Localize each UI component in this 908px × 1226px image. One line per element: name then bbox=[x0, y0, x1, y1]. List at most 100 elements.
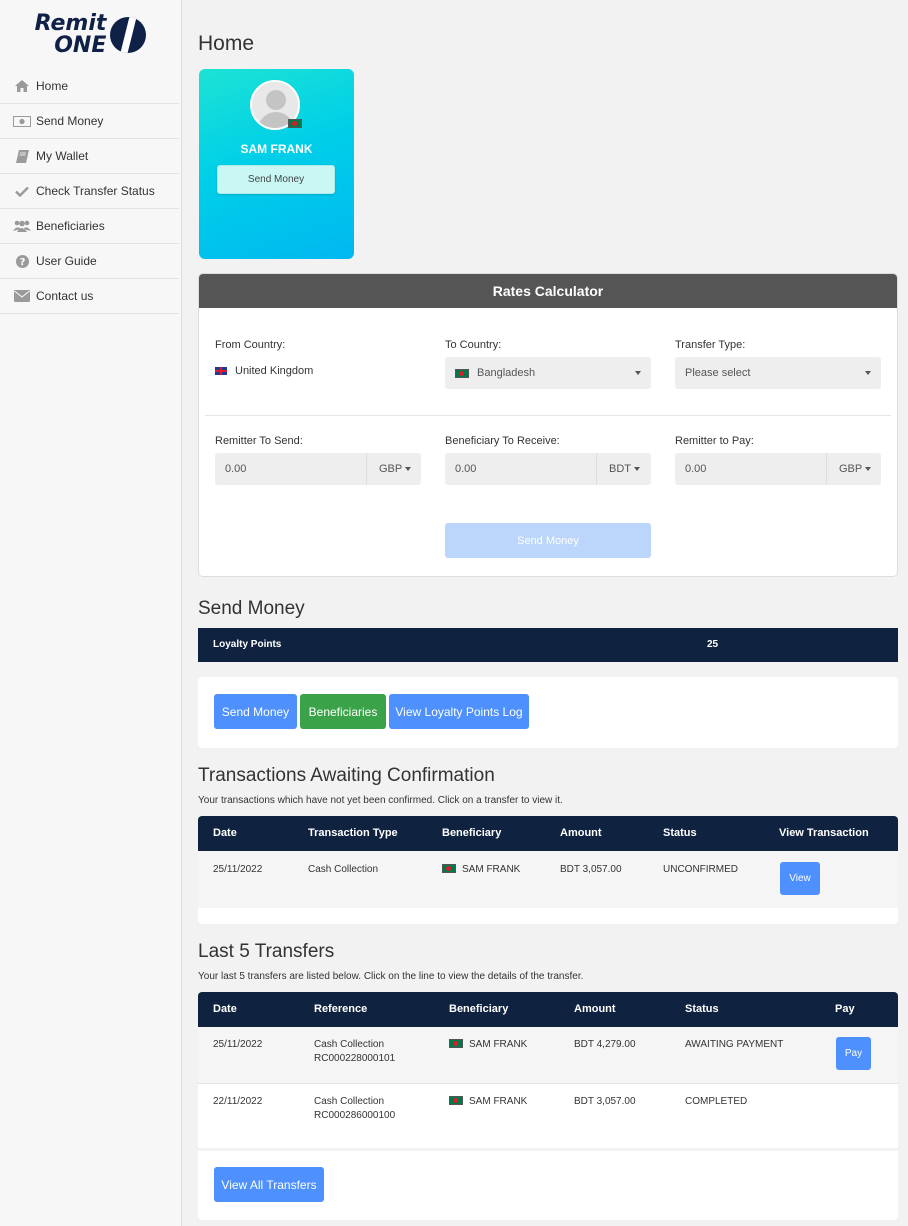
divider bbox=[205, 415, 891, 416]
cell-reference-type: Cash Collection bbox=[314, 1039, 385, 1050]
view-all-transfers-button[interactable]: View All Transfers bbox=[214, 1167, 324, 1202]
users-icon bbox=[13, 220, 31, 232]
view-all-row: View All Transfers bbox=[198, 1148, 898, 1220]
bangladesh-flag-icon bbox=[449, 1096, 463, 1105]
calculator-send-money-button[interactable]: Send Money bbox=[445, 523, 651, 558]
profile-name: SAM FRANK bbox=[240, 142, 313, 156]
uk-flag-icon bbox=[215, 367, 227, 375]
transfer-type-select[interactable]: Please select bbox=[675, 357, 881, 389]
table-row[interactable]: 25/11/2022 Cash Collection SAM FRANK BDT… bbox=[198, 851, 898, 908]
sidebar-item-my-wallet[interactable]: My Wallet bbox=[0, 139, 179, 174]
sidebar-item-check-transfer-status[interactable]: Check Transfer Status bbox=[0, 174, 179, 209]
home-icon bbox=[13, 80, 31, 92]
column-header: Reference bbox=[314, 1003, 368, 1015]
table-header: Date Transaction Type Beneficiary Amount… bbox=[198, 816, 898, 851]
table-row[interactable]: 22/11/2022 Cash Collection RC00028600010… bbox=[198, 1084, 898, 1148]
caret-down-icon bbox=[405, 467, 412, 471]
cell-reference-number: RC000286000100 bbox=[314, 1110, 396, 1121]
sidebar-item-label: My Wallet bbox=[36, 149, 89, 163]
sidebar-item-label: Home bbox=[36, 79, 69, 93]
sidebar: Remit ONE Home Send Money My Wallet Chec… bbox=[0, 0, 182, 1226]
loyalty-points-value: 25 bbox=[707, 639, 719, 650]
beneficiary-receive-label: Beneficiary To Receive: bbox=[445, 435, 560, 447]
cell-status: COMPLETED bbox=[685, 1096, 748, 1107]
envelope-icon bbox=[13, 290, 31, 302]
profile-card: SAM FRANK Send Money bbox=[199, 69, 354, 259]
sidebar-item-user-guide[interactable]: ? User Guide bbox=[0, 244, 179, 279]
caret-down-icon bbox=[635, 371, 641, 375]
receive-currency-value: BDT bbox=[609, 463, 631, 475]
from-country-text: United Kingdom bbox=[235, 365, 314, 377]
cell-amount: BDT 3,057.00 bbox=[574, 1096, 636, 1107]
profile-send-money-button[interactable]: Send Money bbox=[217, 165, 335, 194]
remitone-logo[interactable]: Remit ONE bbox=[0, 0, 181, 66]
to-country-value: Bangladesh bbox=[477, 367, 536, 379]
cell-date: 22/11/2022 bbox=[213, 1096, 263, 1107]
remitter-pay-input[interactable]: 0.00 bbox=[675, 453, 827, 485]
transfer-type-label: Transfer Type: bbox=[675, 339, 746, 351]
column-header: Beneficiary bbox=[449, 1003, 509, 1015]
view-loyalty-log-button[interactable]: View Loyalty Points Log bbox=[389, 694, 529, 729]
logo-text: Remit ONE bbox=[35, 13, 107, 57]
logo-line-1: Remit bbox=[34, 11, 107, 36]
column-header: Amount bbox=[574, 1003, 616, 1015]
beneficiary-name: SAM FRANK bbox=[462, 864, 521, 875]
view-transaction-button[interactable]: View bbox=[780, 862, 820, 895]
bangladesh-flag-icon bbox=[449, 1039, 463, 1048]
beneficiary-receive-input[interactable]: 0.00 bbox=[445, 453, 597, 485]
send-money-button[interactable]: Send Money bbox=[214, 694, 297, 729]
rates-calculator: Rates Calculator From Country: United Ki… bbox=[198, 273, 898, 577]
sidebar-item-label: Send Money bbox=[36, 114, 104, 128]
from-country-value: United Kingdom bbox=[215, 365, 313, 377]
column-header: Transaction Type bbox=[308, 827, 398, 839]
money-icon bbox=[13, 115, 31, 127]
caret-down-icon bbox=[865, 467, 872, 471]
beneficiary-name: SAM FRANK bbox=[469, 1039, 528, 1050]
table-header: Date Reference Beneficiary Amount Status… bbox=[198, 992, 898, 1027]
pay-button[interactable]: Pay bbox=[836, 1037, 871, 1070]
question-icon: ? bbox=[13, 254, 31, 268]
logo-mark-icon bbox=[110, 17, 147, 53]
table-row[interactable]: 25/11/2022 Cash Collection RC00022800010… bbox=[198, 1027, 898, 1084]
cell-reference-number: RC000228000101 bbox=[314, 1053, 396, 1064]
rates-calculator-title: Rates Calculator bbox=[199, 274, 897, 308]
send-currency-select[interactable]: GBP bbox=[367, 453, 421, 485]
check-icon bbox=[13, 186, 31, 197]
send-money-title: Send Money bbox=[198, 598, 305, 619]
remitter-send-label: Remitter To Send: bbox=[215, 435, 303, 447]
pay-currency-value: GBP bbox=[839, 463, 863, 475]
last-transfers-subtitle: Your last 5 transfers are listed below. … bbox=[198, 971, 584, 982]
cell-status: AWAITING PAYMENT bbox=[685, 1039, 784, 1050]
column-header: Pay bbox=[835, 1003, 855, 1015]
sidebar-item-label: Beneficiaries bbox=[36, 219, 105, 233]
pay-currency-select[interactable]: GBP bbox=[827, 453, 881, 485]
receive-currency-select[interactable]: BDT bbox=[597, 453, 651, 485]
cell-beneficiary: SAM FRANK bbox=[449, 1095, 527, 1109]
sidebar-item-label: Check Transfer Status bbox=[36, 184, 155, 198]
cell-beneficiary: SAM FRANK bbox=[442, 863, 520, 877]
from-country-label: From Country: bbox=[215, 339, 286, 351]
sidebar-item-send-money[interactable]: Send Money bbox=[0, 104, 179, 139]
sidebar-item-beneficiaries[interactable]: Beneficiaries bbox=[0, 209, 179, 244]
column-header: Status bbox=[685, 1003, 719, 1015]
cell-type: Cash Collection bbox=[308, 864, 379, 875]
beneficiary-name: SAM FRANK bbox=[469, 1096, 528, 1107]
awaiting-title: Transactions Awaiting Confirmation bbox=[198, 765, 495, 786]
caret-down-icon bbox=[634, 467, 640, 471]
beneficiaries-button[interactable]: Beneficiaries bbox=[300, 694, 386, 729]
logo-line-2: ONE bbox=[54, 33, 107, 58]
to-country-label: To Country: bbox=[445, 339, 502, 351]
awaiting-table: Date Transaction Type Beneficiary Amount… bbox=[198, 816, 898, 924]
bangladesh-flag-icon bbox=[455, 368, 469, 378]
loyalty-points-label: Loyalty Points bbox=[213, 639, 282, 650]
sidebar-item-contact-us[interactable]: Contact us bbox=[0, 279, 179, 314]
cell-beneficiary: SAM FRANK bbox=[449, 1038, 527, 1052]
to-country-select[interactable]: Bangladesh bbox=[445, 357, 651, 389]
bangladesh-flag-icon bbox=[288, 119, 302, 128]
column-header: View Transaction bbox=[779, 827, 869, 839]
sidebar-item-home[interactable]: Home bbox=[0, 69, 179, 104]
remitter-send-input[interactable]: 0.00 bbox=[215, 453, 367, 485]
cell-status: UNCONFIRMED bbox=[663, 864, 738, 875]
bangladesh-flag-icon bbox=[442, 864, 456, 873]
cell-amount: BDT 3,057.00 bbox=[560, 864, 622, 875]
